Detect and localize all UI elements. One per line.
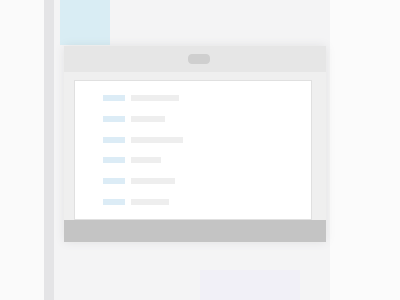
left-sidebar (0, 0, 44, 300)
detail-line (131, 178, 175, 185)
detail-line (131, 95, 179, 101)
window-statusbar (64, 220, 326, 242)
dialog-window (64, 46, 326, 242)
list-item[interactable] (103, 95, 125, 101)
list-item[interactable] (103, 115, 125, 122)
selected-tab[interactable] (60, 0, 110, 45)
content-pane (74, 80, 312, 220)
titlebar-control-icon[interactable] (188, 54, 210, 64)
item-details (131, 95, 191, 205)
list-item[interactable] (103, 157, 125, 164)
list-item[interactable] (103, 178, 125, 185)
detail-line (131, 157, 161, 164)
item-list (103, 95, 125, 205)
list-item[interactable] (103, 136, 125, 143)
detail-line (131, 136, 183, 143)
list-item[interactable] (103, 198, 125, 205)
bottom-strip (200, 270, 300, 300)
sidebar-divider (44, 0, 54, 300)
right-panel (330, 0, 400, 300)
detail-line (131, 115, 165, 122)
window-titlebar[interactable] (64, 46, 326, 72)
detail-line (131, 198, 169, 205)
